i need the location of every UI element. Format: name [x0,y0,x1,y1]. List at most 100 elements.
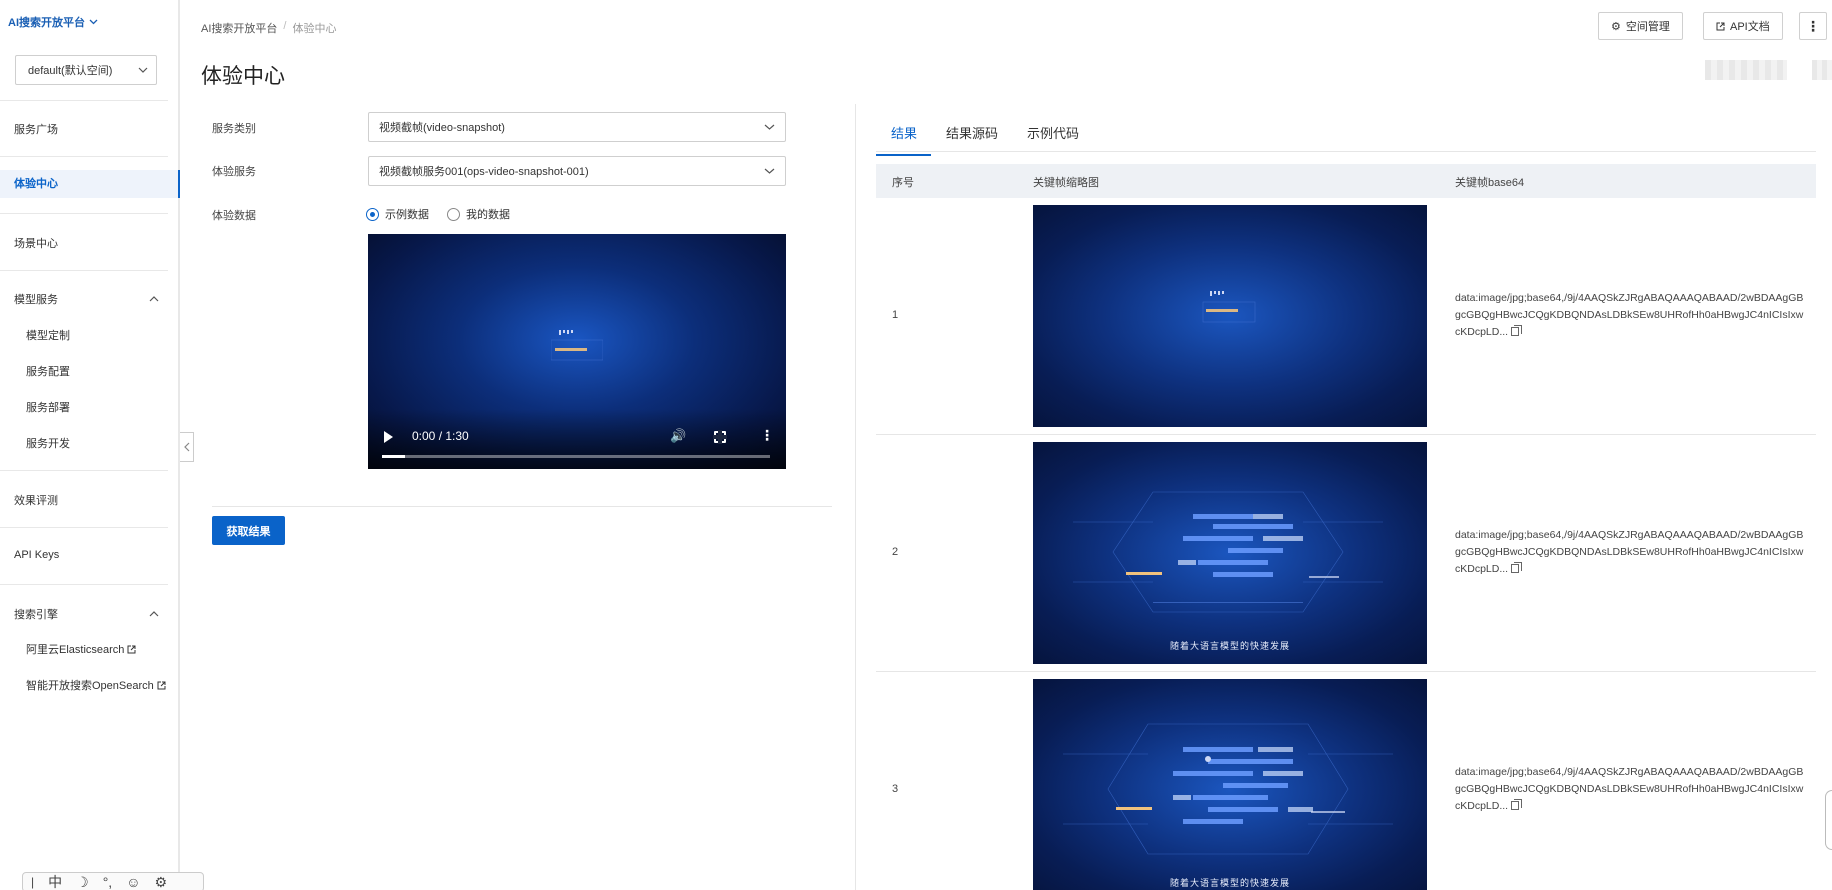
sidebar-item-elasticsearch[interactable]: 阿里云Elasticsearch [26,641,136,657]
external-link-icon [1716,22,1725,30]
sidebar-item-label: 模型定制 [26,330,70,342]
chevron-down-icon [138,67,148,73]
breadcrumb-current: 体验中心 [292,23,337,35]
sidebar-item-api-keys[interactable]: API Keys [14,549,59,561]
service-value: 视频截帧服务001(ops-video-snapshot-001) [379,166,589,178]
sidebar-group-search-engine[interactable]: 搜索引擎 [14,606,159,622]
keyframe-graphic [1073,491,1383,613]
nav-divider [0,213,168,214]
chevron-down-icon [89,19,98,25]
brand-label: AI搜索开放平台 [8,17,85,29]
table-row: 3 随着大语言模型的快速发展 data:image/jpg;base64,/9j… [876,672,1816,890]
api-doc-button[interactable]: API文档 [1703,12,1783,40]
service-select[interactable]: 视频截帧服务001(ops-video-snapshot-001) [368,156,786,186]
keyframe-thumbnail[interactable] [1033,205,1427,427]
base64-cell: data:image/jpg;base64,/9j/4AAQSkZJRgABAQ… [1455,527,1805,578]
video-progress-bar[interactable] [382,455,770,458]
column-header-base64: 关键帧base64 [1455,177,1525,189]
data-label: 体验数据 [212,210,256,222]
get-result-button[interactable]: 获取结果 [212,516,285,545]
panel-divider [855,104,856,890]
sidebar-item-service-deploy[interactable]: 服务部署 [26,399,70,415]
sidebar-item-experience-center[interactable]: 体验中心 [0,170,180,198]
api-doc-label: API文档 [1730,21,1770,33]
space-select[interactable]: default(默认空间) [15,55,157,85]
nav-divider [0,100,168,101]
row-index: 2 [892,546,899,558]
keyframe-graphic [1063,723,1393,855]
sidebar-item-label: 阿里云Elasticsearch [26,644,125,656]
nav-divider [0,156,168,157]
space-manage-button[interactable]: ⚙ 空间管理 [1598,12,1683,40]
radio-sample-data[interactable]: 示例数据 [366,206,429,222]
service-type-select[interactable]: 视频截帧(video-snapshot) [368,112,786,142]
sidebar-collapse-button[interactable] [180,432,194,462]
breadcrumb-root[interactable]: AI搜索开放平台 [201,20,277,36]
data-source-radio-group: 示例数据 我的数据 [366,206,510,222]
base64-cell: data:image/jpg;base64,/9j/4AAQSkZJRgABAQ… [1455,764,1805,815]
video-player[interactable]: 0:00 / 1:30 🔊 ⋮ [368,234,786,469]
service-type-label: 服务类别 [212,123,256,135]
copy-icon[interactable] [1511,562,1523,573]
ime-toolbar[interactable]: | 中 ☽ °, ☺ ⚙ [22,872,204,890]
tabs-underline [876,151,1816,152]
play-icon[interactable] [384,431,393,443]
sidebar-item-opensearch[interactable]: 智能开放搜索OpenSearch [26,677,166,693]
sidebar-item-eval[interactable]: 效果评测 [14,492,58,508]
sidebar-group-model-service[interactable]: 模型服务 [14,291,159,307]
chevron-up-icon [149,296,159,302]
base64-text: data:image/jpg;base64,/9j/4AAQSkZJRgABAQ… [1455,766,1804,812]
nav-divider [0,470,168,471]
base64-text: data:image/jpg;base64,/9j/4AAQSkZJRgABAQ… [1455,292,1804,338]
row-index: 1 [892,309,899,321]
space-manage-label: 空间管理 [1625,21,1670,33]
breadcrumb: AI搜索开放平台 / 体验中心 [201,20,336,36]
page-title: 体验中心 [201,65,285,88]
sidebar-item-service-config[interactable]: 服务配置 [26,363,70,379]
column-header-index: 序号 [892,177,914,189]
fullscreen-icon[interactable] [713,430,727,444]
chevron-up-icon [149,611,159,617]
sidebar-item-label: 智能开放搜索OpenSearch [26,680,154,692]
video-progress-fill [382,455,406,458]
user-info-redacted [1705,60,1787,80]
more-menu-button[interactable]: ⋮ [1799,12,1827,40]
sidebar-item-scene-center[interactable]: 场景中心 [14,235,58,251]
app-root: AI搜索开放平台 default(默认空间) 服务广场 体验中心 场景中心 模型… [0,0,1832,890]
punctuation-icon[interactable]: °, [103,874,113,890]
external-link-icon [157,681,166,689]
moon-icon[interactable]: ☽ [76,874,89,890]
copy-icon[interactable] [1511,799,1523,810]
gear-icon[interactable]: ⚙ [154,874,167,890]
brand-switcher[interactable]: AI搜索开放平台 [8,14,98,30]
sidebar-item-model-custom[interactable]: 模型定制 [26,327,70,343]
sidebar-group-label: 模型服务 [14,294,58,306]
keyframe-thumbnail[interactable]: 随着大语言模型的快速发展 [1033,442,1427,664]
base64-text: data:image/jpg;base64,/9j/4AAQSkZJRgABAQ… [1455,529,1804,575]
keyframe-graphic [1202,291,1256,323]
keyframe-thumbnail[interactable]: 随着大语言模型的快速发展 [1033,679,1427,890]
keyframe-caption: 随着大语言模型的快速发展 [1169,641,1290,651]
user-avatar-redacted [1812,60,1832,80]
radio-checked-icon [366,207,379,221]
sidebar-group-label: 搜索引擎 [14,609,58,621]
radio-my-data[interactable]: 我的数据 [447,206,510,222]
sidebar-item-service-dev[interactable]: 服务开发 [26,435,70,451]
radio-unchecked-icon [447,207,460,221]
sidebar-item-service-plaza[interactable]: 服务广场 [14,121,58,137]
copy-icon[interactable] [1511,325,1523,336]
floating-handle[interactable] [1825,790,1832,850]
video-time: 0:00 / 1:30 [412,429,469,443]
row-index: 3 [892,783,899,795]
video-more-icon[interactable]: ⋮ [760,427,774,444]
service-label: 体验服务 [212,166,256,178]
breadcrumb-separator: / [283,20,287,32]
nav-divider [0,527,168,528]
ime-lang[interactable]: 中 [48,872,62,890]
sidebar-item-label: 服务配置 [26,366,70,378]
table-row: 1 data:image/jpg;base64,/9j/4AAQSkZJRgAB… [876,198,1816,435]
volume-icon[interactable]: 🔊 [670,428,686,444]
chevron-down-icon [764,124,775,130]
table-header: 序号 关键帧缩略图 关键帧base64 [876,164,1816,198]
emoji-icon[interactable]: ☺ [126,874,140,890]
